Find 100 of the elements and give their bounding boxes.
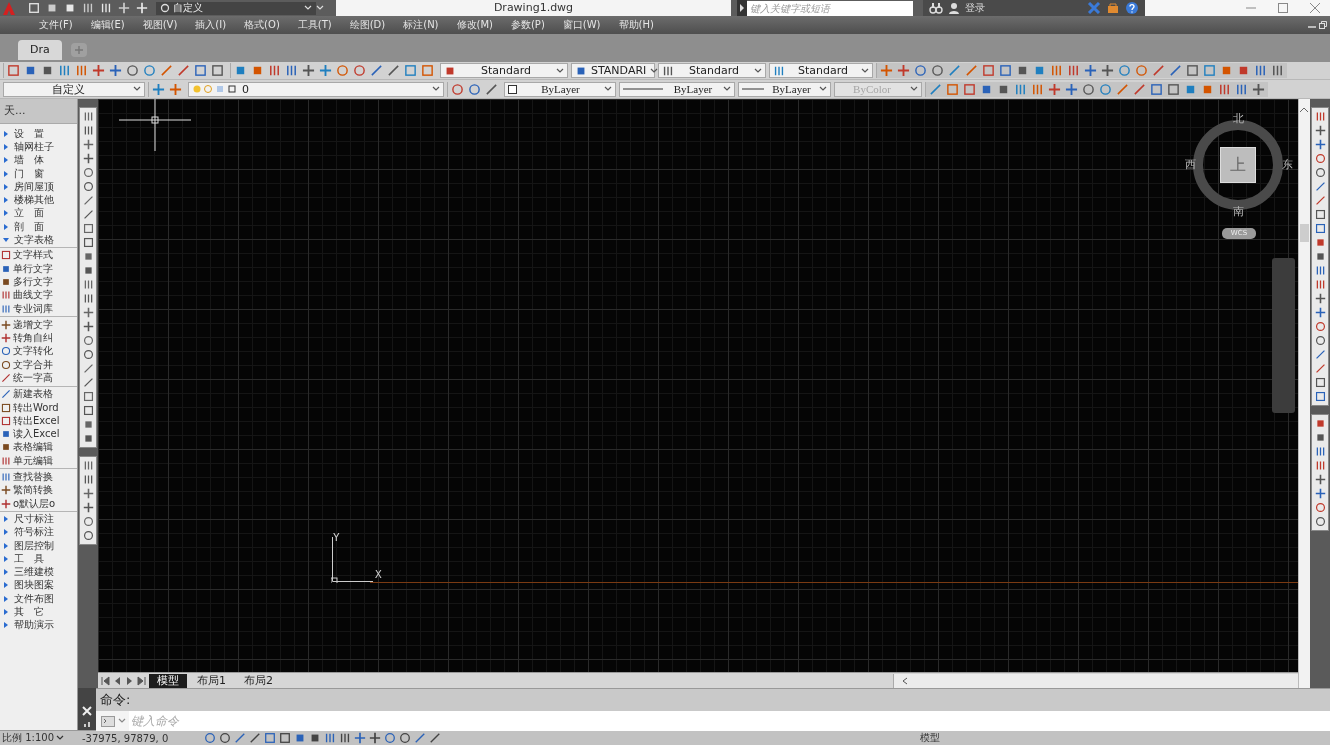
palette-command[interactable]: 文字转化 bbox=[0, 344, 77, 359]
line-icon[interactable] bbox=[485, 82, 498, 96]
plus-icon[interactable] bbox=[1314, 307, 1326, 318]
workspace-dropdown[interactable]: 自定义 bbox=[156, 1, 316, 15]
plus-icon[interactable] bbox=[354, 732, 366, 744]
circle-icon[interactable] bbox=[399, 732, 411, 744]
palette-category[interactable]: 图层控制 bbox=[0, 538, 77, 553]
palette-category[interactable]: 工 具 bbox=[0, 552, 77, 566]
plus-icon[interactable] bbox=[82, 321, 94, 332]
menu-item[interactable]: 标注(N) bbox=[394, 18, 448, 32]
layer-dropdown[interactable]: 0 bbox=[188, 81, 444, 97]
circle-icon[interactable] bbox=[126, 64, 139, 77]
filled-square-icon[interactable] bbox=[1314, 418, 1326, 429]
plus-icon[interactable] bbox=[82, 502, 94, 513]
plus-icon[interactable] bbox=[369, 732, 381, 744]
plus-icon[interactable] bbox=[1314, 139, 1326, 150]
square-icon[interactable] bbox=[999, 64, 1012, 77]
filled-square-icon[interactable] bbox=[1016, 64, 1029, 77]
user-icon[interactable] bbox=[948, 2, 960, 14]
line-icon[interactable] bbox=[177, 64, 190, 77]
line-icon[interactable] bbox=[1314, 349, 1326, 360]
line-icon[interactable] bbox=[1152, 64, 1165, 77]
circle-icon[interactable] bbox=[204, 732, 216, 744]
circle-icon[interactable] bbox=[1314, 153, 1326, 164]
filled-square-icon[interactable] bbox=[82, 433, 94, 444]
circle-icon[interactable] bbox=[82, 335, 94, 346]
line-icon[interactable] bbox=[1314, 363, 1326, 374]
palette-category[interactable]: 图块图案 bbox=[0, 578, 77, 593]
palette-command[interactable]: 表格编辑 bbox=[0, 440, 77, 455]
menu-item[interactable]: 窗口(W) bbox=[553, 18, 610, 32]
palette-command[interactable]: 单行文字 bbox=[0, 261, 77, 276]
triangle-icon[interactable] bbox=[739, 4, 745, 12]
compass-label[interactable]: 西 bbox=[1185, 159, 1196, 171]
bars-icon[interactable] bbox=[1067, 64, 1080, 77]
palette-command[interactable]: 转出Word bbox=[0, 400, 77, 415]
plus-icon[interactable] bbox=[92, 64, 105, 77]
palette-command[interactable]: 递增文字 bbox=[0, 318, 77, 332]
plus-icon[interactable] bbox=[1314, 474, 1326, 485]
line-icon[interactable] bbox=[370, 64, 383, 77]
filled-square-icon[interactable] bbox=[309, 732, 321, 744]
compass-label[interactable]: 南 bbox=[1233, 206, 1244, 218]
plus-icon[interactable] bbox=[897, 64, 910, 77]
palette-category[interactable]: 其 它 bbox=[0, 605, 77, 619]
circle-icon[interactable] bbox=[219, 732, 231, 744]
bars-icon[interactable] bbox=[1314, 265, 1326, 276]
circle-icon[interactable] bbox=[1314, 321, 1326, 332]
last-tab-icon[interactable] bbox=[137, 675, 147, 686]
bars-icon[interactable] bbox=[1271, 64, 1284, 77]
bars-icon[interactable] bbox=[268, 64, 281, 77]
palette-command[interactable]: 读入Excel bbox=[0, 427, 77, 441]
square-icon[interactable] bbox=[279, 732, 291, 744]
filled-square-icon[interactable] bbox=[41, 64, 54, 77]
bars-icon[interactable] bbox=[1314, 279, 1326, 290]
circle-icon[interactable] bbox=[468, 82, 481, 96]
line-icon[interactable] bbox=[82, 195, 94, 206]
circle-icon[interactable] bbox=[82, 167, 94, 178]
square-icon[interactable] bbox=[82, 405, 94, 416]
square-icon[interactable] bbox=[1186, 64, 1199, 77]
line-icon[interactable] bbox=[387, 64, 400, 77]
filled-square-icon[interactable] bbox=[82, 265, 94, 276]
layout-tab[interactable]: 布局2 bbox=[236, 673, 281, 688]
menu-item[interactable]: 参数(P) bbox=[501, 18, 554, 32]
restore-icon[interactable] bbox=[1319, 21, 1327, 29]
palette-category[interactable]: 三维建模 bbox=[0, 565, 77, 579]
sign-in-link[interactable]: 登录 bbox=[965, 1, 985, 15]
square-icon[interactable] bbox=[264, 732, 276, 744]
filled-square-icon[interactable] bbox=[82, 251, 94, 262]
plus-icon[interactable] bbox=[82, 488, 94, 499]
model-space-button[interactable]: 模型 bbox=[920, 731, 940, 745]
square-icon[interactable] bbox=[82, 391, 94, 402]
circle-icon[interactable] bbox=[1082, 82, 1095, 96]
filled-square-icon[interactable] bbox=[82, 419, 94, 430]
line-icon[interactable] bbox=[965, 64, 978, 77]
prompt-icon[interactable] bbox=[101, 715, 115, 727]
filled-square-icon[interactable] bbox=[1314, 237, 1326, 248]
palette-command[interactable]: 文字合并 bbox=[0, 358, 77, 372]
palette-category[interactable]: 墙 体 bbox=[0, 153, 77, 167]
circle-icon[interactable] bbox=[336, 64, 349, 77]
square-icon[interactable] bbox=[82, 223, 94, 234]
menu-item[interactable]: 帮助(H) bbox=[609, 18, 663, 32]
menu-item[interactable]: 插入(I) bbox=[186, 18, 236, 32]
filled-square-icon[interactable] bbox=[24, 64, 37, 77]
menu-item[interactable]: 编辑(E) bbox=[81, 18, 134, 32]
line-icon[interactable] bbox=[429, 732, 441, 744]
filled-square-icon[interactable] bbox=[1314, 251, 1326, 262]
plus-icon[interactable] bbox=[82, 307, 94, 318]
palette-command[interactable]: 曲线文字 bbox=[0, 288, 77, 302]
palette-category[interactable]: 尺寸标注 bbox=[0, 512, 77, 526]
palette-category[interactable]: 设 置 bbox=[0, 127, 77, 141]
palette-category[interactable]: 门 窗 bbox=[0, 166, 77, 181]
style-dropdown[interactable]: STANDARI bbox=[571, 63, 655, 78]
filled-square-icon[interactable] bbox=[234, 64, 247, 77]
line-icon[interactable] bbox=[160, 64, 173, 77]
square-icon[interactable] bbox=[963, 82, 976, 96]
plus-icon[interactable] bbox=[1048, 82, 1061, 96]
square-icon[interactable] bbox=[1314, 223, 1326, 234]
circle-icon[interactable] bbox=[143, 64, 156, 77]
line-icon[interactable] bbox=[1314, 195, 1326, 206]
line-icon[interactable] bbox=[1169, 64, 1182, 77]
plus-icon[interactable] bbox=[1314, 488, 1326, 499]
